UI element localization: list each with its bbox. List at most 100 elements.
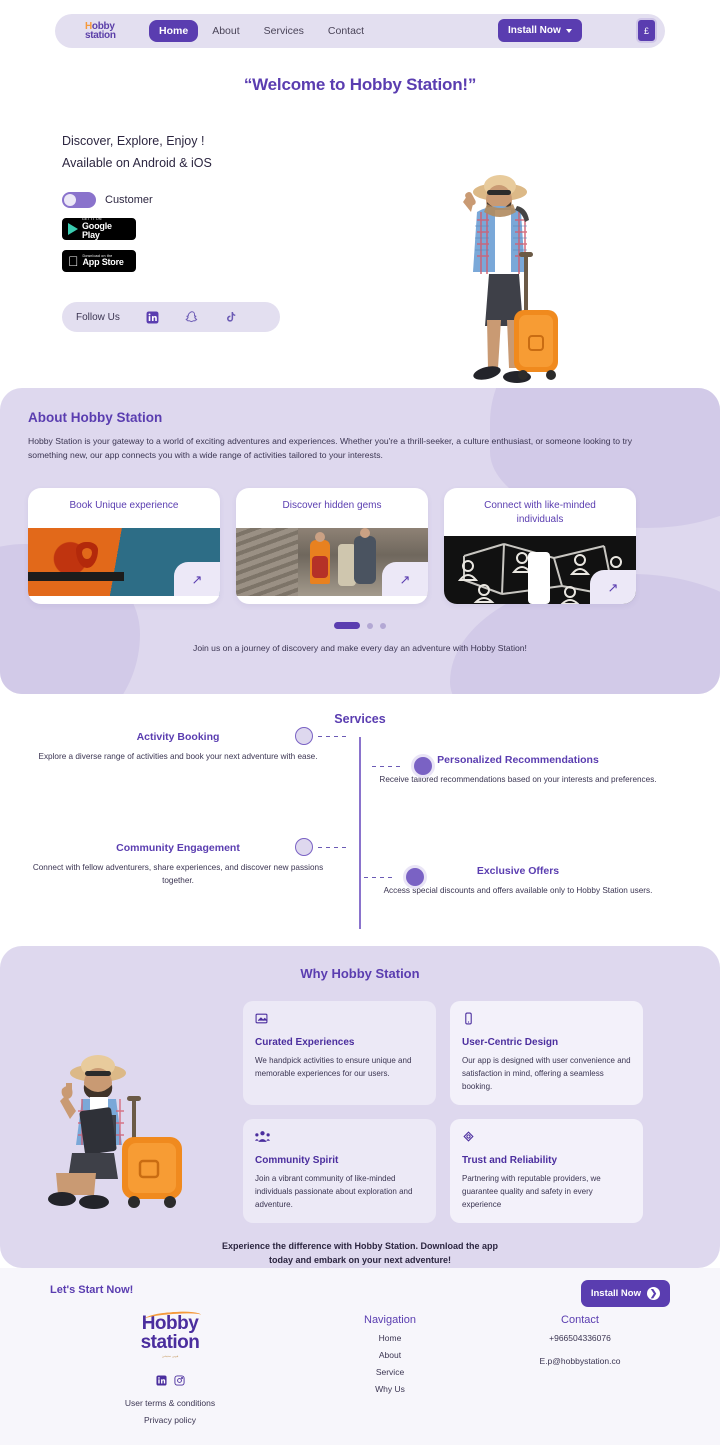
about-card-arrow-button[interactable]: ↗: [590, 570, 636, 604]
service-dash-2: [372, 766, 402, 767]
footer-contact-phone[interactable]: +966504336076: [490, 1333, 670, 1343]
arrow-up-right-icon: ↗: [191, 571, 203, 587]
hero-traveler-image: [437, 170, 572, 390]
service-desc: Explore a diverse range of activities an…: [38, 752, 318, 761]
customer-toggle[interactable]: [62, 192, 96, 208]
service-node-2: [414, 757, 432, 775]
why-card-title: Community Spirit: [255, 1155, 339, 1166]
about-card-arrow-button[interactable]: ↗: [174, 562, 220, 596]
linkedin-icon[interactable]: [146, 311, 159, 324]
linkedin-icon[interactable]: [155, 1373, 167, 1391]
footer-logo[interactable]: Hobby station هوبي ستيشن: [140, 1310, 201, 1358]
why-card-trust-and-reliability[interactable]: Trust and Reliability Partnering with re…: [450, 1119, 643, 1223]
about-card-title: Discover hidden gems: [282, 500, 382, 511]
why-body: Curated Experiences We handpick activiti…: [0, 1001, 720, 1223]
instagram-icon[interactable]: [173, 1373, 185, 1391]
service-title: Activity Booking: [136, 731, 220, 743]
lets-start-now-label: Let's Start Now!: [50, 1284, 134, 1296]
hero-tagline-1: Discover, Explore, Enjoy !: [62, 134, 205, 148]
service-node-4: [406, 868, 424, 886]
about-section: About Hobby Station Hobby Station is you…: [0, 388, 720, 694]
about-content: About Hobby Station Hobby Station is you…: [0, 388, 720, 653]
footer-terms-link[interactable]: User terms & conditions: [50, 1398, 290, 1408]
nav-item-services[interactable]: Services: [254, 20, 314, 42]
footer-brand-column: Hobby station هوبي ستيشن User terms & co…: [50, 1310, 290, 1425]
why-traveler-image: [28, 1001, 243, 1209]
service-node-3: [295, 838, 313, 856]
services-section: Services Activity Booking Explore a dive…: [0, 694, 720, 946]
hero-left-column: Discover, Explore, Enjoy ! Available on …: [62, 130, 362, 332]
about-card-discover-hidden-gems[interactable]: Discover hidden gems ↗: [236, 488, 428, 604]
hero-section: “Welcome to Hobby Station!” Discover, Ex…: [0, 75, 720, 383]
footer-install-now-button[interactable]: Install Now ❯: [580, 1280, 670, 1307]
service-dash-3: [318, 847, 348, 848]
why-title: Why Hobby Station: [300, 966, 420, 981]
service-item-personalized-recommendations: Personalized Recommendations Receive tai…: [368, 754, 668, 786]
footer-nav-service[interactable]: Service: [290, 1367, 490, 1377]
why-card-title: Trust and Reliability: [462, 1155, 558, 1166]
mobile-phone-icon: [462, 1012, 631, 1030]
service-item-activity-booking: Activity Booking Explore a diverse range…: [28, 731, 328, 763]
about-paragraph: Hobby Station is your gateway to a world…: [28, 436, 633, 460]
about-card-book-unique-experience[interactable]: Book Unique experience ↗: [28, 488, 220, 604]
footer-socials: [50, 1373, 290, 1391]
footer-nav-about[interactable]: About: [290, 1350, 490, 1360]
hero-title: “Welcome to Hobby Station!”: [243, 75, 477, 94]
carousel-dot-1-active[interactable]: [334, 622, 360, 629]
carousel-dot-3[interactable]: [380, 622, 386, 629]
chevron-down-icon: [565, 28, 572, 33]
about-card-title: Book Unique experience: [69, 500, 179, 511]
about-cards: Book Unique experience ↗ Discover hidden…: [28, 488, 692, 604]
tiktok-icon[interactable]: [225, 310, 237, 324]
arrow-up-right-icon: ↗: [607, 579, 619, 595]
brand-logo[interactable]: Hobby station: [85, 22, 137, 41]
footer-install-label: Install Now: [590, 1288, 641, 1299]
google-play-label: Google Play: [82, 220, 112, 240]
nav-item-home[interactable]: Home: [149, 20, 199, 42]
app-store-label: App Store: [72, 257, 124, 268]
badge-ribbon-icon: [462, 1130, 631, 1148]
why-card-title: Curated Experiences: [255, 1037, 355, 1048]
why-footer-line2: today and embark on your next adventure!: [268, 1255, 452, 1265]
why-card-curated-experiences[interactable]: Curated Experiences We handpick activiti…: [243, 1001, 436, 1105]
why-card-title: User-Centric Design: [462, 1037, 559, 1048]
about-card-image-network: ↗: [444, 536, 636, 604]
why-section: Why Hobby Station Curated Experiences We…: [0, 946, 720, 1268]
about-card-arrow-button[interactable]: ↗: [382, 562, 428, 596]
footer-contact-email[interactable]: E.p@hobbystation.co: [490, 1356, 670, 1366]
customer-toggle-label: Customer: [105, 194, 153, 206]
service-dash-4: [364, 877, 394, 878]
snapchat-icon[interactable]: [185, 310, 199, 324]
install-now-button[interactable]: Install Now: [498, 19, 582, 42]
service-desc: Connect with fellow adventurers, share e…: [32, 863, 324, 885]
footer-logo-line2: station: [140, 1332, 200, 1353]
hero-tagline-2: Available on Android & iOS: [62, 156, 212, 170]
footer-nav-home[interactable]: Home: [290, 1333, 490, 1343]
follow-us-bar: Follow Us: [62, 302, 280, 332]
about-card-title: Connect with like-minded individuals: [484, 500, 596, 525]
app-store-badge[interactable]:  Download on the App Store: [62, 250, 136, 272]
why-card-community-spirit[interactable]: Community Spirit Join a vibrant communit…: [243, 1119, 436, 1223]
service-desc: Receive tailored recommendations based o…: [379, 775, 657, 784]
service-node-1: [295, 727, 313, 745]
google-play-icon: [68, 223, 78, 235]
header-region: Hobby station Home About Services Contac…: [0, 0, 720, 48]
currency-switch-button[interactable]: £: [636, 18, 657, 43]
nav-item-about[interactable]: About: [202, 20, 249, 42]
footer-nav-why-us[interactable]: Why Us: [290, 1384, 490, 1394]
customer-toggle-row: Customer: [62, 192, 362, 208]
why-card-desc: Join a vibrant community of like-minded …: [255, 1174, 413, 1209]
why-card-desc: We handpick activities to ensure unique …: [255, 1056, 412, 1078]
footer-privacy-link[interactable]: Privacy policy: [50, 1415, 290, 1425]
google-play-badge[interactable]: GET IT ON Google Play: [62, 218, 136, 240]
carousel-dot-2[interactable]: [367, 622, 373, 629]
nav-item-contact[interactable]: Contact: [318, 20, 374, 42]
why-card-user-centric-design[interactable]: User-Centric Design Our app is designed …: [450, 1001, 643, 1105]
brand-logo-line2: station: [85, 30, 116, 41]
carousel-dots: [28, 622, 692, 629]
about-card-connect-like-minded[interactable]: Connect with like-minded individuals ↗: [444, 488, 636, 604]
image-icon: [255, 1012, 424, 1030]
why-card-desc: Partnering with reputable providers, we …: [462, 1174, 601, 1209]
install-now-label: Install Now: [508, 25, 561, 36]
footer-navigation-heading: Navigation: [364, 1314, 416, 1326]
